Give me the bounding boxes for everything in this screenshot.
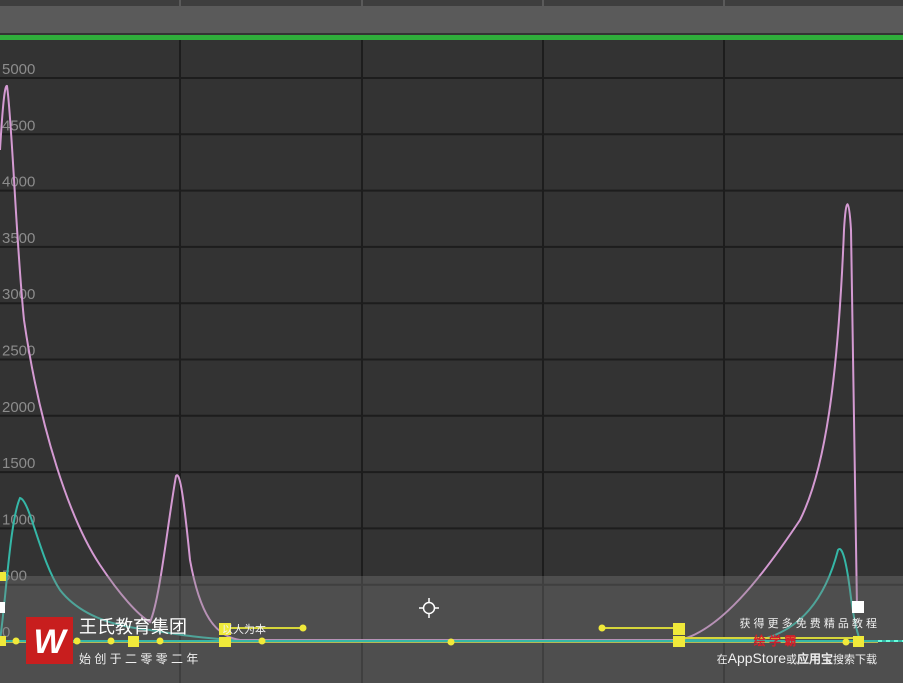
y-axis-label: 5000 [2,61,35,78]
watermark-founded: 始 创 于 二 零 零 二 年 [79,652,198,666]
tangent-point[interactable] [12,637,20,645]
keyframe[interactable] [673,623,685,635]
y-axis-label: 3000 [2,286,35,303]
tangent-point[interactable] [598,624,606,632]
time-ruler[interactable] [0,0,903,33]
keyframe[interactable] [0,572,6,581]
y-axis-label: 4000 [2,174,35,191]
svg-text:W: W [33,623,68,661]
timeline-bar[interactable] [0,35,903,40]
y-axis-label: 2000 [2,399,35,416]
tangent-point[interactable] [258,637,266,645]
y-axis-label: 1500 [2,455,35,472]
tangent-point[interactable] [156,637,164,645]
keyframe[interactable] [219,637,231,647]
tangent-point[interactable] [73,637,81,645]
y-axis-label: 4500 [2,117,35,134]
tangent-point[interactable] [842,638,850,646]
tangent-point[interactable] [299,624,307,632]
keyframe[interactable] [128,636,139,647]
wangshi-logo: W [26,617,73,664]
watermark-slogan: 以人为本 [222,622,266,636]
watermark-group-name: 王氏教育集团 [79,617,187,637]
tangent-point[interactable] [447,638,455,646]
graph-editor[interactable]: 5000450040003500300025002000150010005000 [0,0,903,683]
watermark-brand: 绘 学 霸 [754,633,797,648]
tangent-point[interactable] [107,637,115,645]
keyframe[interactable] [673,636,685,647]
keyframe[interactable] [853,636,864,647]
keyframe[interactable] [0,636,6,646]
keyframe-selected[interactable] [852,601,864,613]
keyframe[interactable] [0,602,5,613]
watermark-promo: 获 得 更 多 免 费 精 品 教 程 [739,616,877,630]
